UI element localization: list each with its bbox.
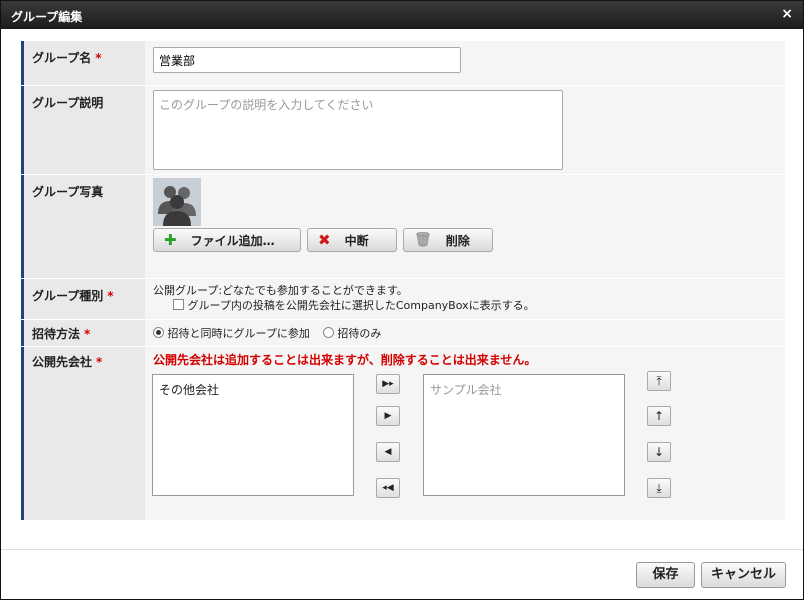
invite-only-radio[interactable] xyxy=(322,327,334,338)
show-in-companybox-checkbox[interactable] xyxy=(173,299,184,310)
group-avatar-icon xyxy=(158,186,196,226)
invite-and-join-label: 招待と同時にグループに参加 xyxy=(167,327,310,340)
selected-companies-list[interactable]: サンプル会社 xyxy=(423,374,625,496)
trash-icon: 🗑 xyxy=(414,232,432,248)
group-type-label: グループ種別 * xyxy=(21,279,145,319)
show-in-companybox-label: グループ内の投稿を公開先会社に選択したCompanyBoxに表示する。 xyxy=(187,299,535,312)
x-icon: ✖ xyxy=(318,231,331,249)
list-item[interactable]: その他会社 xyxy=(159,381,347,398)
cancel-button[interactable]: キャンセル xyxy=(701,562,786,588)
available-companies-list[interactable]: その他会社 xyxy=(152,374,354,496)
group-photo-image xyxy=(153,178,201,226)
move-left-button[interactable]: ◀ xyxy=(376,442,400,462)
public-companies-row: 公開先会社 * 公開先会社は追加することは出来ますが、削除することは出来ません。 … xyxy=(21,347,785,521)
invite-and-join-radio[interactable] xyxy=(153,327,164,338)
group-type-row: グループ種別 * 公開グループ:どなたでも参加することができます。 グループ内の投… xyxy=(21,279,785,320)
list-item[interactable]: サンプル会社 xyxy=(430,381,618,398)
required-mark: * xyxy=(95,51,102,65)
delete-photo-button[interactable]: 🗑 削除 xyxy=(403,228,493,252)
group-name-label: グループ名 * xyxy=(21,41,145,85)
move-up-button[interactable]: ↑ xyxy=(647,406,671,426)
group-type-description: 公開グループ:どなたでも参加することができます。 xyxy=(153,284,408,297)
abort-upload-button[interactable]: ✖ 中断 xyxy=(307,228,397,252)
dialog-title: グループ編集 xyxy=(11,10,83,24)
group-photo-row: グループ写真 ✚ ファイル追加… ✖ 中断 🗑 削除 xyxy=(21,175,785,279)
group-photo-label: グループ写真 xyxy=(21,175,145,278)
plus-icon: ✚ xyxy=(164,231,177,249)
dialog-titlebar: グループ編集 × xyxy=(1,1,803,29)
add-file-button[interactable]: ✚ ファイル追加… xyxy=(153,228,301,252)
group-description-row: グループ説明 xyxy=(21,86,785,175)
footer-divider xyxy=(1,549,803,550)
move-top-button[interactable]: ⤒ xyxy=(647,371,671,391)
invite-only-label: 招待のみ xyxy=(337,327,382,340)
move-right-button[interactable]: ▶ xyxy=(376,406,400,426)
move-bottom-button[interactable]: ⤓ xyxy=(647,478,671,498)
group-description-textarea[interactable] xyxy=(153,90,563,170)
move-down-button[interactable]: ↓ xyxy=(647,442,671,462)
group-edit-dialog: グループ編集 × グループ名* グループ説明 グループ写真 xyxy=(0,0,804,600)
public-companies-label: 公開先会社 * xyxy=(21,347,145,520)
group-name-row: グループ名 * xyxy=(21,41,785,86)
invite-method-row: 招待方法 * 招待と同時にグループに参加 招待のみ xyxy=(21,320,785,347)
required-mark: * xyxy=(107,289,114,303)
public-companies-warning: 公開先会社は追加することは出来ますが、削除することは出来ません。 xyxy=(153,353,537,367)
invite-method-label: 招待方法 * xyxy=(21,320,145,346)
close-icon[interactable]: × xyxy=(781,6,793,22)
save-button[interactable]: 保存 xyxy=(636,562,695,588)
move-all-right-button[interactable]: ▶▸ xyxy=(376,374,400,394)
required-mark: * xyxy=(84,327,91,341)
required-mark: * xyxy=(96,355,103,369)
group-name-input[interactable] xyxy=(153,47,461,73)
form-table: グループ名* グループ説明 グループ写真 xyxy=(21,41,785,521)
group-description-label: グループ説明 xyxy=(21,86,145,174)
move-all-left-button[interactable]: ◂◀ xyxy=(376,478,400,498)
